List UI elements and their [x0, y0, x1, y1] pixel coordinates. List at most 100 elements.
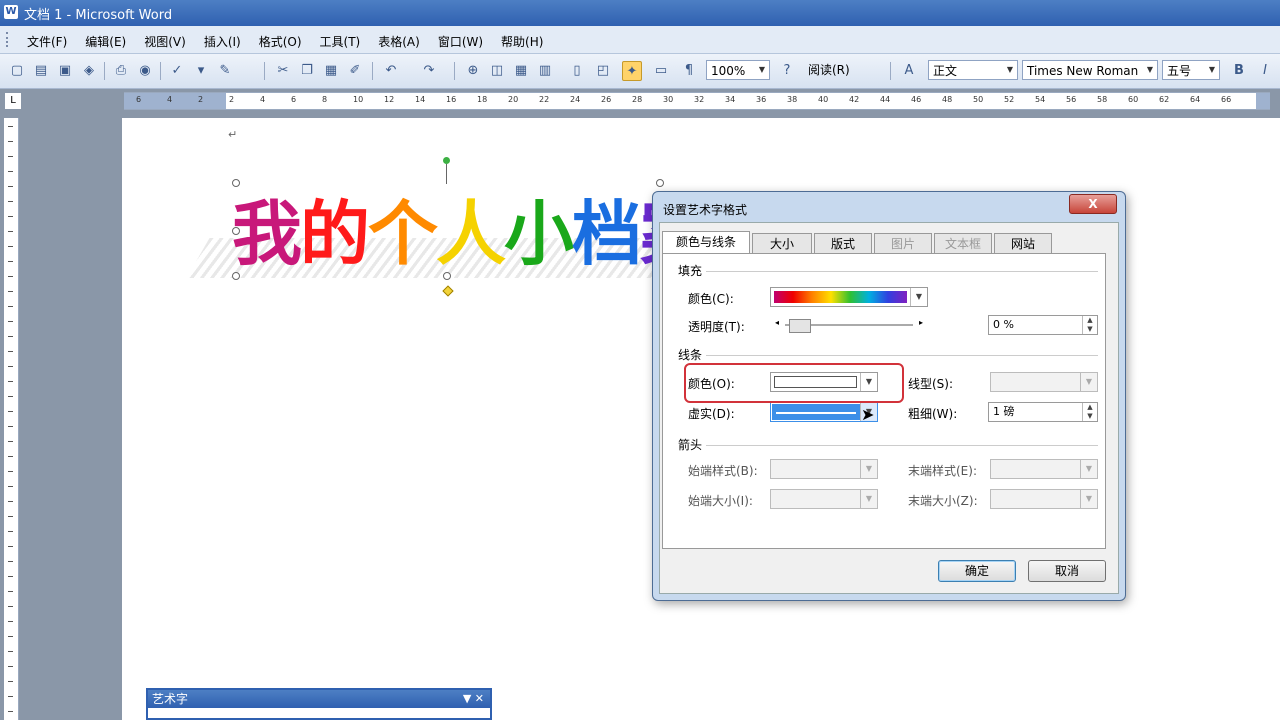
weight-spinner[interactable]: 1 磅 ▲ ▼	[988, 402, 1098, 422]
chevron-left-icon[interactable]: ◂	[775, 318, 779, 327]
tab-web[interactable]: 网站	[994, 233, 1052, 253]
drawing-icon[interactable]: ◰	[594, 61, 612, 79]
spin-arrows-icon[interactable]: ▲ ▼	[1082, 316, 1097, 334]
paragraph-mark-icon[interactable]: ¶	[680, 61, 698, 79]
ruler-tick-label: 54	[1035, 95, 1046, 104]
ok-button[interactable]: 确定	[938, 560, 1016, 582]
insert-table-icon[interactable]: ▦	[512, 61, 530, 79]
selection-handle[interactable]	[232, 179, 240, 187]
tab-layout[interactable]: 版式	[814, 233, 872, 253]
toolbar-grip[interactable]	[6, 32, 11, 47]
zoom-combo[interactable]: 100% ▼	[706, 60, 770, 80]
print-preview-icon[interactable]: ◉	[136, 61, 154, 79]
help-icon[interactable]: ?	[778, 61, 796, 79]
open-folder-icon[interactable]: ▤	[32, 61, 50, 79]
arrows-section-title: 箭头	[678, 438, 703, 452]
chevron-down-icon[interactable]: ▼	[755, 61, 769, 79]
ruler-tick-label: 2	[198, 95, 204, 104]
menu-file[interactable]: 文件(F)	[18, 31, 76, 52]
wordart-toolbar-title[interactable]: 艺术字	[148, 690, 490, 708]
selection-handle[interactable]	[443, 272, 451, 280]
document-map-icon[interactable]: ✦	[622, 61, 642, 81]
ruler-tick-label: 30	[663, 95, 674, 104]
spelling-icon[interactable]: ✓	[168, 61, 186, 79]
insert-excel-icon[interactable]: ▥	[536, 61, 554, 79]
research-icon[interactable]: ▾	[192, 61, 210, 79]
paste-icon[interactable]: ▦	[322, 61, 340, 79]
menu-bar: 文件(F) 编辑(E) 视图(V) 插入(I) 格式(O) 工具(T) 表格(A…	[0, 26, 1280, 54]
style-combo[interactable]: 正文 ▼	[928, 60, 1018, 80]
research-book-icon[interactable]: ✎	[216, 61, 234, 79]
transparency-label: 透明度(T):	[688, 320, 745, 334]
show-hide-icon[interactable]: ▭	[652, 61, 670, 79]
slider-thumb[interactable]	[789, 319, 811, 333]
font-combo[interactable]: Times New Roman ▼	[1022, 60, 1158, 80]
ruler-tick	[8, 321, 13, 322]
hyperlink-icon[interactable]: ⊕	[464, 61, 482, 79]
chevron-down-icon: ▼	[860, 490, 877, 508]
ruler-tick	[8, 561, 13, 562]
transparency-spinner[interactable]: 0 % ▲ ▼	[988, 315, 1098, 335]
begin-style-label: 始端样式(B):	[688, 464, 758, 478]
ruler-tick-label: 24	[570, 95, 581, 104]
spin-arrows-icon[interactable]: ▲ ▼	[1082, 403, 1097, 421]
cut-icon[interactable]: ✂	[274, 61, 292, 79]
chevron-down-icon[interactable]: ▼	[910, 288, 927, 306]
cancel-button[interactable]: 取消	[1028, 560, 1106, 582]
ruler-tick-label: 34	[725, 95, 736, 104]
close-button[interactable]: X	[1069, 194, 1117, 214]
transparency-slider[interactable]: ◂ ▸	[775, 318, 923, 333]
chevron-down-icon[interactable]: ▼	[1143, 61, 1157, 79]
menu-view[interactable]: 视图(V)	[135, 31, 195, 52]
tab-size[interactable]: 大小	[752, 233, 812, 253]
tables-borders-icon[interactable]: ◫	[488, 61, 506, 79]
wordart-object[interactable]: 我的个人小档案	[232, 178, 710, 279]
selection-handle[interactable]	[656, 179, 664, 187]
chevron-down-icon[interactable]: ▼	[1205, 61, 1219, 79]
permission-icon[interactable]: ◈	[80, 61, 98, 79]
ruler-tick-label: 50	[973, 95, 984, 104]
redo-icon[interactable]: ↷	[420, 61, 438, 79]
menu-table[interactable]: 表格(A)	[369, 31, 429, 52]
copy-icon[interactable]: ❐	[298, 61, 316, 79]
menu-window[interactable]: 窗口(W)	[429, 31, 492, 52]
ruler-tick-label: 12	[384, 95, 395, 104]
word-icon[interactable]: W	[4, 5, 18, 19]
right-margin	[1256, 93, 1270, 109]
menu-insert[interactable]: 插入(I)	[195, 31, 250, 52]
ruler-tick	[8, 621, 13, 622]
rotation-handle[interactable]	[443, 157, 450, 164]
read-button[interactable]: 阅读(R)	[804, 60, 854, 80]
menu-help[interactable]: 帮助(H)	[492, 31, 552, 52]
dialog-title: 设置艺术字格式	[663, 203, 748, 217]
chevron-right-icon[interactable]: ▸	[919, 318, 923, 327]
undo-icon[interactable]: ↶	[382, 61, 400, 79]
selection-handle[interactable]	[232, 272, 240, 280]
horizontal-ruler[interactable]: 6 4 2 2 4 6 8 10 12 14 16 18 20 22 24 26 28 30 32 34 36 38 40 4…	[124, 92, 1270, 110]
new-document-icon[interactable]: ▢	[8, 61, 26, 79]
chevron-down-icon[interactable]: ▼	[1003, 61, 1017, 79]
italic-button[interactable]: I	[1256, 61, 1274, 79]
ruler-tick	[8, 276, 13, 277]
wordart-toolbar: 艺术字 ▼ ✕	[146, 688, 492, 720]
columns-icon[interactable]: ▯	[568, 61, 586, 79]
tab-colors-lines[interactable]: 颜色与线条	[662, 231, 750, 253]
menu-tools[interactable]: 工具(T)	[311, 31, 370, 52]
fill-color-picker[interactable]: ▼	[770, 287, 928, 307]
tab-selector[interactable]: L	[4, 92, 22, 110]
ruler-tick	[8, 636, 13, 637]
print-icon[interactable]: ⎙	[112, 61, 130, 79]
menu-format[interactable]: 格式(O)	[250, 31, 311, 52]
toolbar-controls[interactable]: ▼ ✕	[463, 690, 484, 708]
save-icon[interactable]: ▣	[56, 61, 74, 79]
bold-button[interactable]: B	[1230, 61, 1248, 79]
styles-icon[interactable]: A	[900, 61, 918, 79]
selection-handle[interactable]	[232, 227, 240, 235]
ruler-tick-label: 6	[291, 95, 297, 104]
vertical-ruler[interactable]	[4, 118, 19, 720]
format-painter-icon[interactable]: ✐	[346, 61, 364, 79]
ruler-tick	[8, 291, 13, 292]
menu-edit[interactable]: 编辑(E)	[76, 31, 135, 52]
font-size-combo[interactable]: 五号 ▼	[1162, 60, 1220, 80]
tab-picture: 图片	[874, 233, 932, 253]
